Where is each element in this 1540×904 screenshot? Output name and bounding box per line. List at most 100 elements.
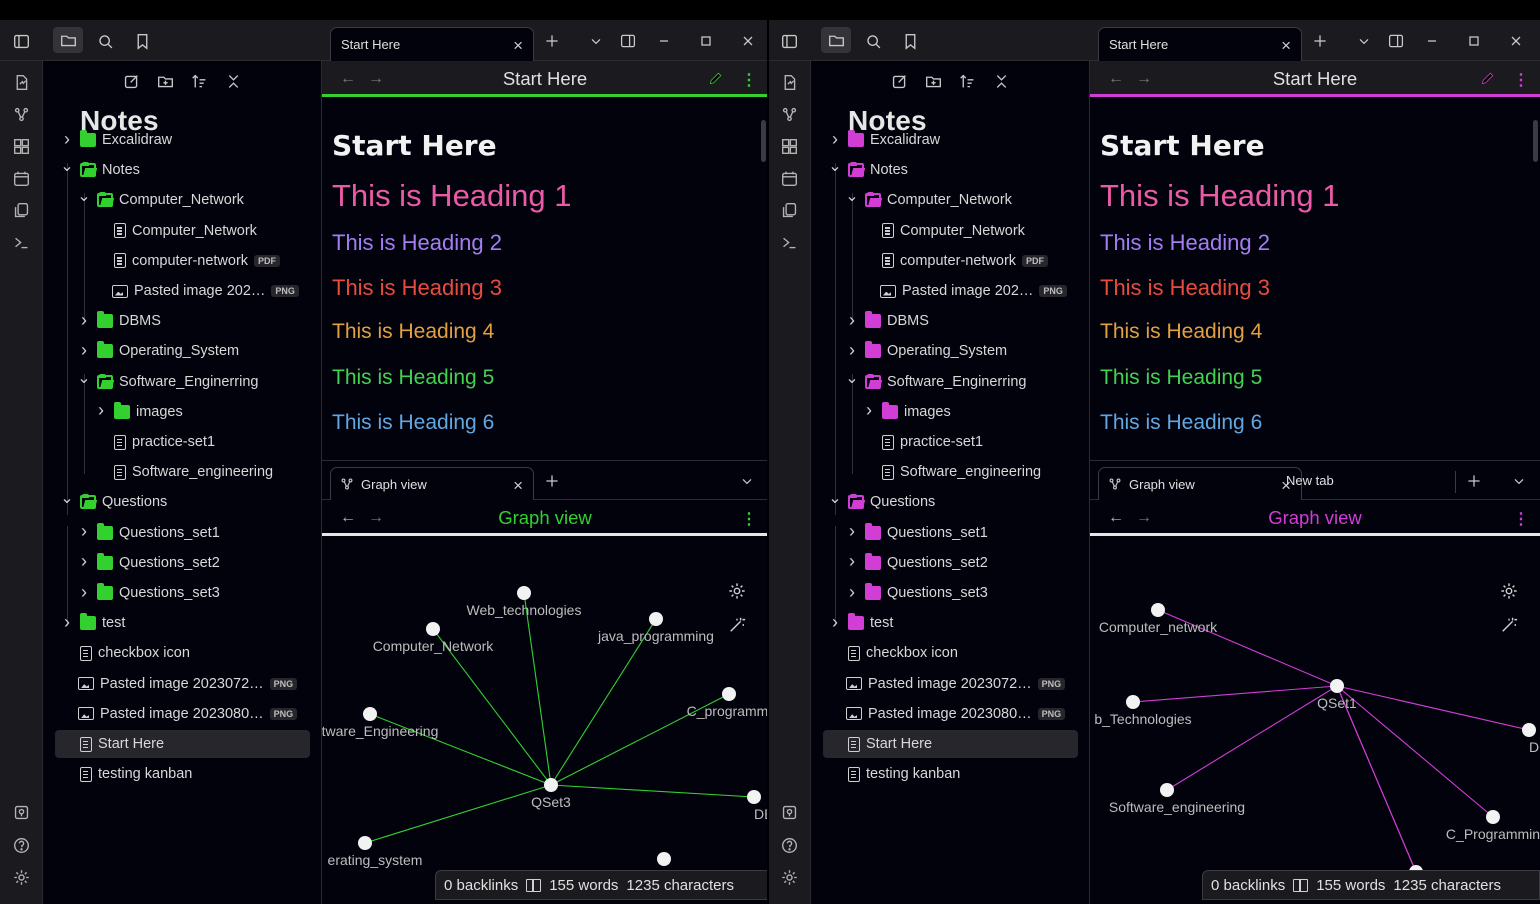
chevron-down-icon[interactable]: ⌄ (77, 368, 91, 388)
chevron-right-icon[interactable]: › (845, 310, 859, 331)
folder-item[interactable]: ⌄ Software_Enginerring (845, 368, 1026, 396)
chevron-right-icon[interactable]: › (845, 582, 859, 603)
file-item[interactable]: Pasted image 2023072… PNG (78, 670, 298, 698)
bookmark-icon[interactable] (132, 31, 152, 51)
backlinks-count[interactable]: 0 backlinks (1211, 877, 1285, 894)
graph-node[interactable] (1160, 783, 1174, 797)
file-item[interactable]: Software_engineering (112, 458, 273, 486)
tab-graph-view[interactable]: Graph view × (1098, 467, 1302, 501)
templates-icon[interactable] (779, 200, 799, 220)
graph-node[interactable] (649, 612, 663, 626)
calendar-icon[interactable] (11, 168, 31, 188)
folder-item[interactable]: › Excalidraw (828, 126, 940, 154)
chevron-right-icon[interactable]: › (60, 612, 74, 633)
search-icon[interactable] (863, 31, 883, 51)
graph-canvas[interactable]: Computer_network QSet1 b_Technologies DBM So… (1090, 539, 1540, 904)
graph-node[interactable] (1522, 723, 1536, 737)
graph-node[interactable] (517, 586, 531, 600)
chevron-right-icon[interactable]: › (77, 582, 91, 603)
terminal-icon[interactable] (11, 232, 31, 252)
graph-node[interactable] (657, 852, 671, 866)
chevron-right-icon[interactable]: › (94, 400, 108, 421)
chevron-right-icon[interactable]: › (77, 551, 91, 572)
close-tab-icon[interactable]: × (513, 476, 523, 496)
folder-item[interactable]: › images (862, 398, 951, 426)
editor-title[interactable]: Start Here (322, 68, 768, 90)
file-item[interactable]: Pasted image 2023080… PNG (846, 700, 1066, 728)
file-item[interactable]: Start Here (55, 730, 310, 758)
animate-graph-icon[interactable] (728, 616, 746, 634)
canvas-icon[interactable] (11, 136, 31, 156)
chevron-down-icon[interactable] (1510, 472, 1528, 490)
folder-item[interactable]: › Questions_set1 (845, 519, 988, 547)
graph-svg[interactable]: Computer_network QSet1 b_Technologies DBM So… (1090, 539, 1540, 904)
folder-item[interactable]: › test (828, 609, 893, 637)
chevron-right-icon[interactable]: › (77, 340, 91, 361)
folder-item[interactable]: ⌄ Notes (60, 156, 140, 184)
backlinks-count[interactable]: 0 backlinks (444, 877, 518, 894)
tab-graph-view[interactable]: Graph view × (330, 467, 534, 501)
folder-item[interactable]: › Questions_set3 (845, 579, 988, 607)
graph-node[interactable] (1330, 679, 1344, 693)
more-options-icon[interactable]: ⋮ (741, 70, 757, 90)
folder-item[interactable]: › images (94, 398, 183, 426)
file-item[interactable]: practice-set1 (112, 428, 215, 456)
search-icon[interactable] (95, 31, 115, 51)
graph-node[interactable] (747, 790, 761, 804)
folder-item[interactable]: ⌄ Computer_Network (77, 186, 244, 214)
chevron-right-icon[interactable]: › (845, 521, 859, 542)
folder-item[interactable]: › DBMS (77, 307, 161, 335)
file-item[interactable]: Pasted image 2023072… PNG (846, 670, 1066, 698)
vault-icon[interactable] (779, 802, 799, 822)
folder-item[interactable]: › Operating_System (77, 337, 239, 365)
plus-icon[interactable] (543, 472, 561, 490)
chevron-down-icon[interactable] (587, 32, 605, 50)
new-note-icon[interactable] (889, 71, 909, 91)
tab-new-tab[interactable]: New tab (1286, 473, 1334, 488)
minimize-icon[interactable] (655, 32, 673, 50)
file-item[interactable]: Pasted image 202… PNG (880, 277, 1067, 305)
maximize-icon[interactable] (697, 32, 715, 50)
graph-settings-icon[interactable] (1500, 582, 1518, 600)
file-item[interactable]: Computer_Network (880, 217, 1025, 245)
file-item[interactable]: Pasted image 202… PNG (112, 277, 299, 305)
close-tab-icon[interactable]: × (1281, 36, 1291, 56)
settings-icon[interactable] (779, 867, 799, 887)
new-folder-icon[interactable] (155, 71, 175, 91)
close-icon[interactable] (1507, 32, 1525, 50)
folder-item[interactable]: › DBMS (845, 307, 929, 335)
chevron-right-icon[interactable]: › (77, 310, 91, 331)
graph-node[interactable] (363, 707, 377, 721)
file-item[interactable]: Start Here (823, 730, 1078, 758)
close-tab-icon[interactable]: × (513, 36, 523, 56)
terminal-icon[interactable] (779, 232, 799, 252)
folder-item[interactable]: › test (60, 609, 125, 637)
chevron-down-icon[interactable]: ⌄ (828, 488, 842, 508)
chevron-down-icon[interactable] (1355, 32, 1373, 50)
chevron-down-icon[interactable]: ⌄ (60, 488, 74, 508)
graph-node[interactable] (1486, 810, 1500, 824)
file-item[interactable]: Software_engineering (880, 458, 1041, 486)
chevron-right-icon[interactable]: › (845, 551, 859, 572)
scrollbar[interactable] (761, 120, 766, 162)
folder-item[interactable]: › Questions_set2 (77, 549, 220, 577)
split-icon[interactable] (1387, 32, 1405, 50)
more-options-icon[interactable]: ⋮ (1513, 509, 1529, 529)
folder-icon[interactable] (53, 27, 83, 53)
sidebar-toggle-icon[interactable] (779, 31, 799, 51)
graph-svg[interactable]: Web_technologies Computer_Network java_pro… (322, 539, 768, 904)
plus-icon[interactable] (1311, 32, 1329, 50)
chevron-right-icon[interactable]: › (828, 129, 842, 150)
graph-canvas[interactable]: Web_technologies Computer_Network java_pro… (322, 539, 768, 904)
chevron-down-icon[interactable]: ⌄ (77, 186, 91, 206)
sort-icon[interactable] (189, 71, 209, 91)
graph-node[interactable] (358, 836, 372, 850)
file-item[interactable]: practice-set1 (880, 428, 983, 456)
tab-start-here[interactable]: Start Here × (330, 27, 534, 61)
graph-node[interactable] (1151, 603, 1165, 617)
vault-icon[interactable] (11, 802, 31, 822)
chevron-right-icon[interactable]: › (828, 612, 842, 633)
graph-settings-icon[interactable] (728, 582, 746, 600)
animate-graph-icon[interactable] (1500, 616, 1518, 634)
file-item[interactable]: computer-network PDF (112, 247, 281, 275)
